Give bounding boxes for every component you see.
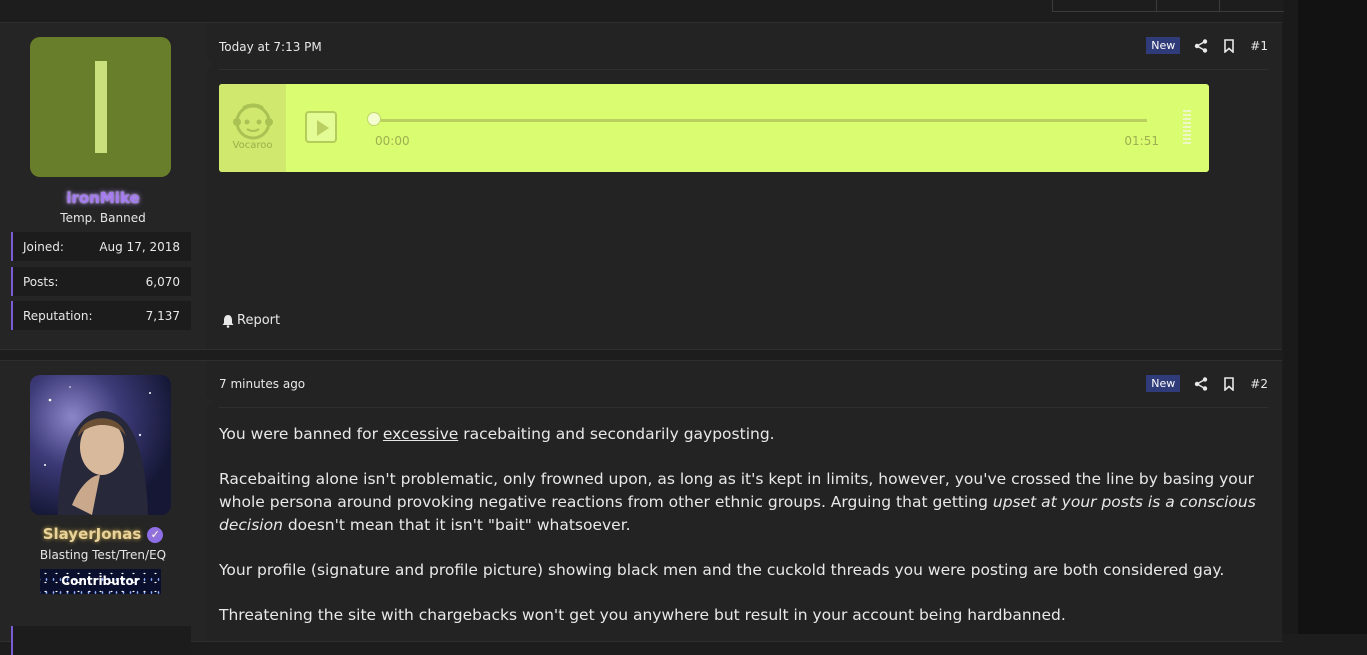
user-info-panel: SlayerJonas ✓ Blasting Test/Tren/EQ Contr… [0, 361, 206, 655]
current-time: 00:00 [375, 134, 410, 148]
username-text: SlayerJonas [42, 525, 142, 543]
avatar[interactable] [30, 37, 171, 177]
stat-joined: Joined: Aug 17, 2018 [11, 232, 191, 261]
post-number[interactable]: #2 [1250, 377, 1268, 391]
stat-label: Joined: [23, 239, 64, 254]
avatar-photo [44, 386, 151, 515]
header-divider [219, 69, 1268, 70]
paragraph-2: Racebaiting alone isn't problematic, onl… [219, 468, 1269, 537]
text: doesn't mean that it isn't "bait" whatso… [282, 516, 631, 534]
post-number[interactable]: #1 [1250, 39, 1268, 53]
volume-handle[interactable] [1183, 110, 1191, 144]
stat-row [11, 626, 191, 655]
duration: 01:51 [1124, 134, 1159, 148]
user-title: Blasting Test/Tren/EQ [39, 548, 167, 562]
stat-value: 6,070 [145, 274, 180, 289]
vocaroo-player: Vocaroo 00:00 01:51 [219, 84, 1209, 172]
vocaroo-face-icon [233, 103, 273, 140]
post-date[interactable]: Today at 7:13 PM [219, 40, 322, 54]
stat-label: Posts: [23, 274, 59, 289]
vocaroo-logo[interactable]: Vocaroo [219, 84, 286, 172]
user-title: Temp. Banned [60, 211, 146, 225]
contributor-banner: Contributor [40, 569, 161, 594]
post-actions: New #2 [1146, 375, 1268, 392]
new-badge: New [1146, 375, 1181, 392]
avatar-letter [94, 61, 107, 153]
paragraph-3: Your profile (signature and profile pict… [219, 561, 1225, 579]
username[interactable]: ironMike [0, 189, 206, 207]
verified-icon: ✓ [147, 526, 164, 543]
new-badge: New [1146, 37, 1181, 54]
bell-icon [222, 314, 234, 328]
stat-value: 7,137 [145, 308, 180, 323]
seek-bar[interactable] [375, 119, 1147, 122]
paragraph-4: Threatening the site with chargebacks wo… [219, 606, 1066, 624]
panel-pointer [206, 395, 214, 409]
avatar[interactable] [30, 375, 171, 515]
bookmark-icon[interactable] [1222, 38, 1236, 53]
share-icon[interactable] [1194, 376, 1208, 391]
post-actions: New #1 [1146, 37, 1268, 54]
post-2: SlayerJonas ✓ Blasting Test/Tren/EQ Contr… [0, 360, 1282, 655]
stat-reputation: Reputation: 7,137 [11, 301, 191, 330]
pagination-tabs[interactable] [1052, 0, 1284, 12]
bookmark-icon[interactable] [1222, 376, 1236, 391]
user-info-panel: ironMike Temp. Banned Joined: Aug 17, 20… [0, 23, 206, 349]
scroll-gutter [1283, 0, 1298, 634]
paragraph-1: You were banned for excessive racebaitin… [219, 423, 1269, 446]
vocaroo-brand: Vocaroo [232, 140, 273, 151]
panel-pointer [206, 57, 214, 71]
stat-label: Reputation: [23, 308, 93, 323]
post-body: You were banned for excessive racebaitin… [219, 423, 1269, 649]
post-1: ironMike Temp. Banned Joined: Aug 17, 20… [0, 22, 1282, 350]
username[interactable]: SlayerJonas ✓ [0, 525, 206, 543]
report-label: Report [237, 313, 281, 328]
stat-posts: Posts: 6,070 [11, 267, 191, 296]
text: You were banned for [219, 425, 383, 443]
report-button[interactable]: Report [221, 313, 280, 328]
play-button[interactable] [305, 111, 337, 143]
stat-value: Aug 17, 2018 [99, 239, 180, 254]
header-divider [219, 407, 1268, 408]
text: racebaiting and secondarily gayposting. [458, 425, 775, 443]
seek-knob[interactable] [367, 112, 381, 126]
page-margin [1298, 0, 1367, 634]
underlined-text: excessive [382, 425, 459, 443]
post-date[interactable]: 7 minutes ago [219, 377, 305, 391]
share-icon[interactable] [1194, 38, 1208, 53]
